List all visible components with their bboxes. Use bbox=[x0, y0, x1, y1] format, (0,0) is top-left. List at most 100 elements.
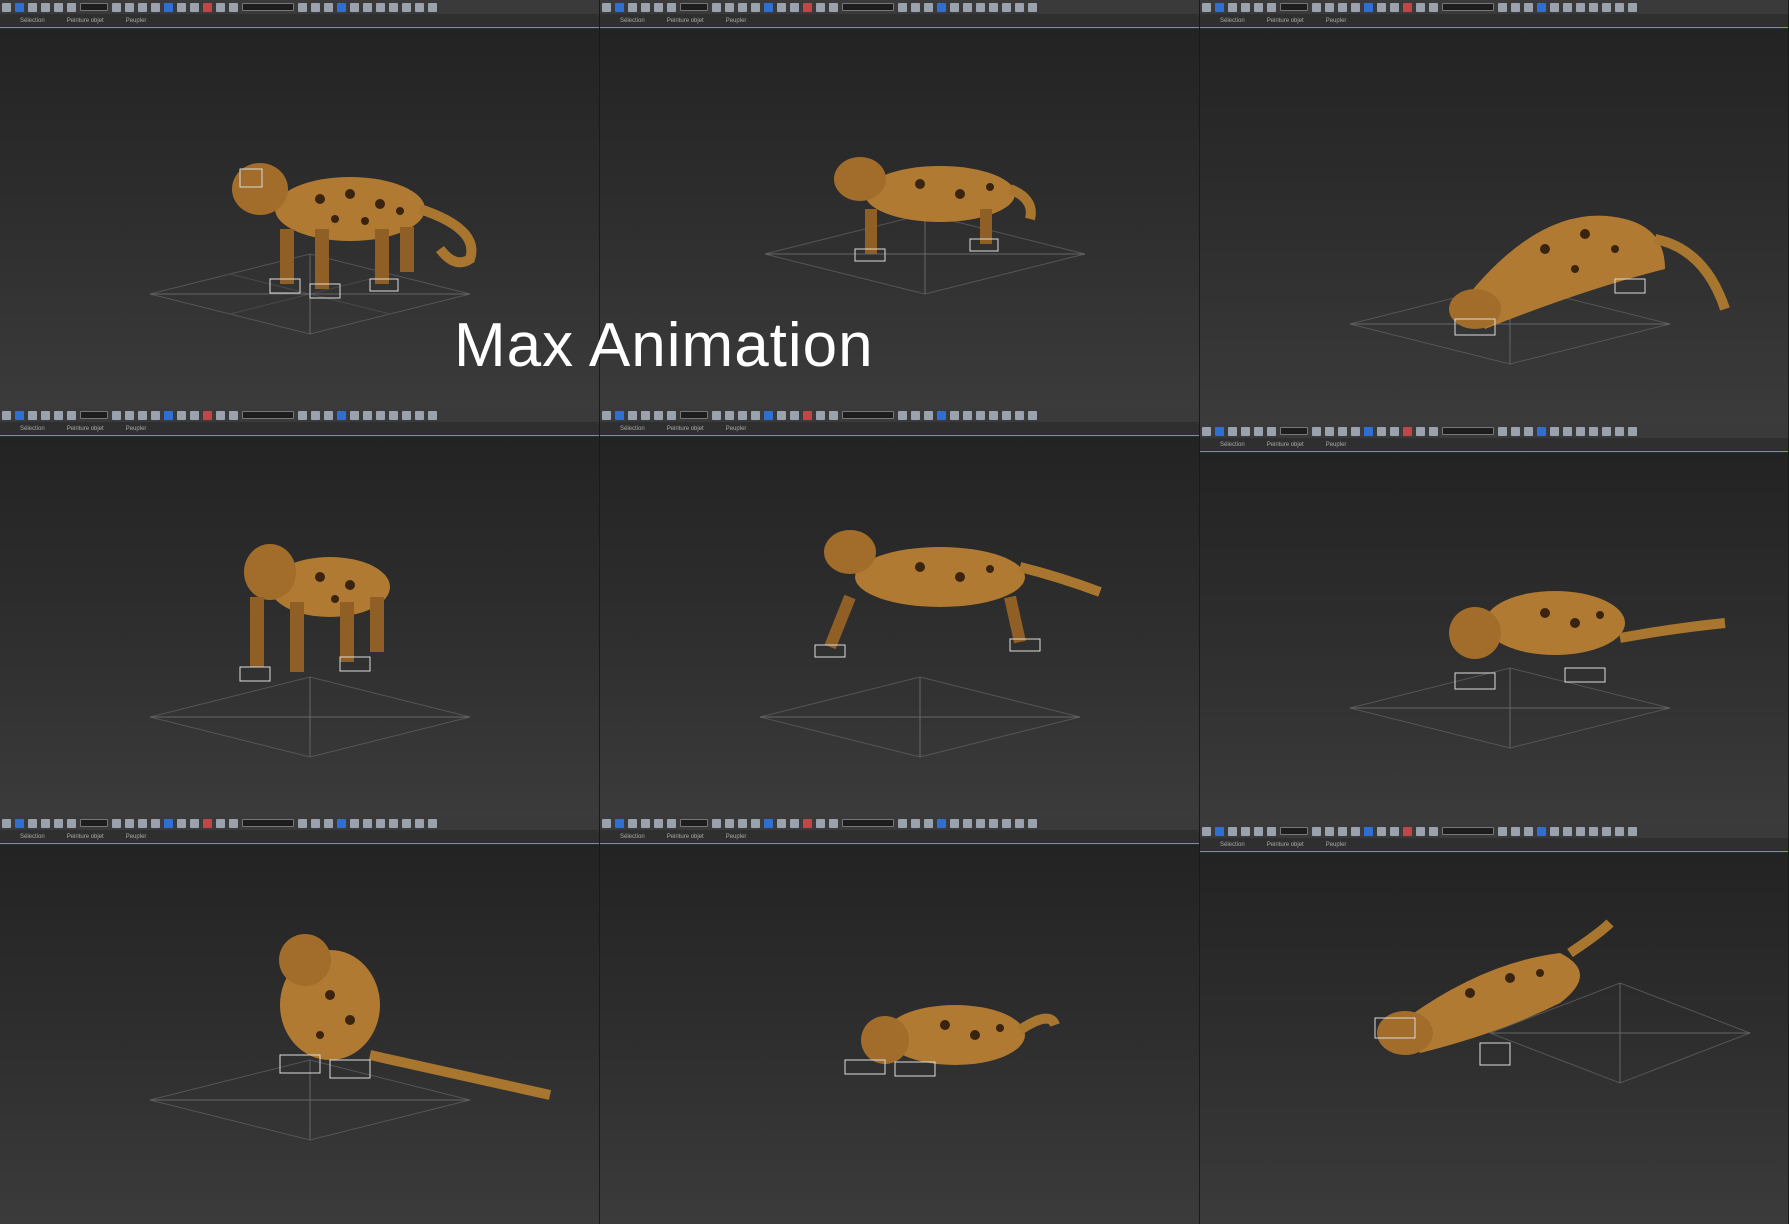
viewport-3d[interactable] bbox=[1200, 853, 1788, 1224]
layer-icon[interactable] bbox=[1325, 2, 1334, 12]
layer-icon[interactable] bbox=[725, 410, 734, 420]
select-region-icon[interactable] bbox=[363, 2, 372, 12]
align-icon[interactable] bbox=[112, 818, 121, 828]
scale-icon[interactable] bbox=[1254, 426, 1263, 436]
mirror-icon[interactable] bbox=[680, 819, 708, 827]
scale-icon[interactable] bbox=[1416, 2, 1425, 12]
render-icon[interactable] bbox=[738, 410, 747, 420]
rotate-icon[interactable] bbox=[203, 2, 212, 12]
mirror-icon[interactable] bbox=[428, 818, 437, 828]
menu-selection[interactable]: Sélection bbox=[20, 18, 45, 24]
select-region-icon[interactable] bbox=[1215, 826, 1224, 836]
snap-icon[interactable] bbox=[667, 2, 676, 12]
jaguar-model[interactable] bbox=[1425, 179, 1745, 364]
rotate-icon[interactable] bbox=[41, 818, 50, 828]
layer-icon[interactable] bbox=[125, 410, 134, 420]
rotate-icon[interactable] bbox=[1589, 826, 1598, 836]
viewport-panel-4[interactable]: Sélection Peinture objet Peupler bbox=[0, 408, 600, 816]
scale-icon[interactable] bbox=[54, 2, 63, 12]
teapot-icon[interactable] bbox=[337, 818, 346, 828]
snap-icon[interactable] bbox=[1615, 426, 1624, 436]
snap-icon[interactable] bbox=[415, 818, 424, 828]
scale-icon[interactable] bbox=[1254, 2, 1263, 12]
align-icon[interactable] bbox=[1498, 826, 1507, 836]
select-region-icon[interactable] bbox=[963, 818, 972, 828]
render-icon[interactable] bbox=[324, 2, 333, 12]
select-region-icon[interactable] bbox=[963, 2, 972, 12]
render-icon[interactable] bbox=[924, 818, 933, 828]
layer-icon[interactable] bbox=[911, 818, 920, 828]
move-icon[interactable] bbox=[190, 818, 199, 828]
select-region-icon[interactable] bbox=[963, 410, 972, 420]
menu-paint-object[interactable]: Peinture objet bbox=[1267, 442, 1304, 448]
rotate-icon[interactable] bbox=[1241, 2, 1250, 12]
mirror-icon[interactable] bbox=[1028, 2, 1037, 12]
snap-icon[interactable] bbox=[1267, 826, 1276, 836]
viewport-3d[interactable] bbox=[1200, 29, 1788, 424]
mirror-icon[interactable] bbox=[1442, 827, 1494, 835]
scale-icon[interactable] bbox=[54, 818, 63, 828]
select-region-icon[interactable] bbox=[1215, 2, 1224, 12]
snap-icon[interactable] bbox=[1429, 426, 1438, 436]
rotate-icon[interactable] bbox=[803, 818, 812, 828]
rotate-icon[interactable] bbox=[203, 410, 212, 420]
move-icon[interactable] bbox=[28, 410, 37, 420]
select-icon[interactable] bbox=[1202, 826, 1211, 836]
select-region-icon[interactable] bbox=[1377, 2, 1386, 12]
menu-populate[interactable]: Peupler bbox=[726, 426, 747, 432]
select-icon[interactable] bbox=[950, 410, 959, 420]
scale-icon[interactable] bbox=[1002, 2, 1011, 12]
snap-icon[interactable] bbox=[1615, 2, 1624, 12]
move-icon[interactable] bbox=[976, 410, 985, 420]
align-icon[interactable] bbox=[1312, 826, 1321, 836]
select-icon[interactable] bbox=[602, 2, 611, 12]
snap-icon[interactable] bbox=[1015, 818, 1024, 828]
scale-icon[interactable] bbox=[1416, 826, 1425, 836]
render-icon[interactable] bbox=[738, 818, 747, 828]
move-icon[interactable] bbox=[1228, 426, 1237, 436]
teapot-icon[interactable] bbox=[1537, 2, 1546, 12]
move-icon[interactable] bbox=[790, 2, 799, 12]
select-icon[interactable] bbox=[764, 818, 773, 828]
align-icon[interactable] bbox=[898, 2, 907, 12]
viewport-3d[interactable] bbox=[1200, 453, 1788, 824]
align-icon[interactable] bbox=[298, 410, 307, 420]
scale-icon[interactable] bbox=[216, 410, 225, 420]
render-icon[interactable] bbox=[924, 2, 933, 12]
scale-icon[interactable] bbox=[216, 2, 225, 12]
teapot-icon[interactable] bbox=[151, 410, 160, 420]
viewport-3d[interactable] bbox=[600, 845, 1199, 1224]
select-region-icon[interactable] bbox=[1563, 2, 1572, 12]
viewport-3d[interactable] bbox=[0, 437, 599, 816]
align-icon[interactable] bbox=[1498, 2, 1507, 12]
viewport-panel-5[interactable]: Sélection Peinture objet Peupler bbox=[600, 408, 1200, 816]
menu-populate[interactable]: Peupler bbox=[126, 18, 147, 24]
mirror-icon[interactable] bbox=[1628, 426, 1637, 436]
select-region-icon[interactable] bbox=[1215, 426, 1224, 436]
menu-populate[interactable]: Peupler bbox=[726, 18, 747, 24]
mirror-icon[interactable] bbox=[1442, 3, 1494, 11]
align-icon[interactable] bbox=[712, 818, 721, 828]
select-icon[interactable] bbox=[1202, 2, 1211, 12]
teapot-icon[interactable] bbox=[337, 410, 346, 420]
rotate-icon[interactable] bbox=[1241, 426, 1250, 436]
mirror-icon[interactable] bbox=[80, 411, 108, 419]
menu-paint-object[interactable]: Peinture objet bbox=[67, 18, 104, 24]
teapot-icon[interactable] bbox=[751, 2, 760, 12]
render-icon[interactable] bbox=[1338, 826, 1347, 836]
move-icon[interactable] bbox=[1576, 826, 1585, 836]
rotate-icon[interactable] bbox=[41, 410, 50, 420]
select-icon[interactable] bbox=[1550, 426, 1559, 436]
snap-icon[interactable] bbox=[829, 2, 838, 12]
rotate-icon[interactable] bbox=[1403, 826, 1412, 836]
menu-populate[interactable]: Peupler bbox=[726, 834, 747, 840]
mirror-icon[interactable] bbox=[1280, 3, 1308, 11]
teapot-icon[interactable] bbox=[1537, 826, 1546, 836]
select-icon[interactable] bbox=[164, 2, 173, 12]
snap-icon[interactable] bbox=[667, 818, 676, 828]
move-icon[interactable] bbox=[376, 410, 385, 420]
snap-icon[interactable] bbox=[1015, 2, 1024, 12]
mirror-icon[interactable] bbox=[842, 3, 894, 11]
teapot-icon[interactable] bbox=[751, 818, 760, 828]
render-icon[interactable] bbox=[138, 410, 147, 420]
